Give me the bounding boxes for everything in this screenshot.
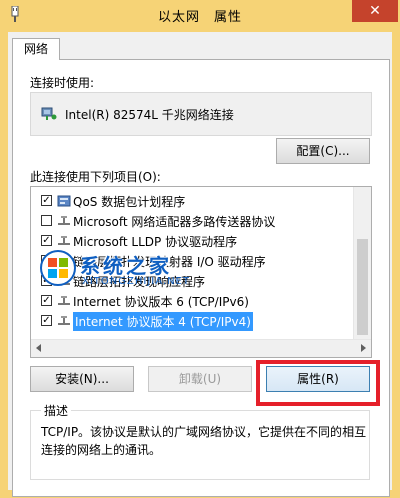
protocol-icon — [58, 316, 70, 325]
item-label: 链路层拓扑发现响应程序 — [73, 275, 206, 289]
protocol-icon — [58, 296, 70, 305]
item-checkbox[interactable]: ✓ — [41, 235, 52, 246]
description-legend: 描述 — [41, 402, 72, 419]
item-label: Internet 协议版本 4 (TCP/IPv4) — [73, 312, 253, 331]
properties-button[interactable]: 属性(R) — [266, 366, 370, 392]
item-label: 链路层拓扑发现映射器 I/O 驱动程序 — [73, 255, 266, 269]
list-vertical-scrollbar[interactable] — [353, 187, 371, 341]
window-title: 以太网 属性 — [157, 10, 242, 25]
list-item-qos[interactable]: ✓ QoS 数据包计划程序 — [31, 191, 355, 211]
item-checkbox[interactable] — [41, 215, 52, 226]
item-label: Internet 协议版本 6 (TCP/IPv6) — [73, 295, 249, 309]
scroll-left-icon[interactable] — [35, 344, 43, 352]
components-list[interactable]: ✓ QoS 数据包计划程序 Microsoft 网络适配器多路传送器协议 ✓ M… — [30, 186, 372, 358]
item-checkbox[interactable]: ✓ — [41, 275, 52, 286]
connect-using-label: 连接时使用: — [30, 76, 95, 90]
close-button[interactable]: ✕ — [352, 0, 398, 22]
item-checkbox[interactable]: ✓ — [41, 295, 52, 306]
scroll-right-icon[interactable] — [359, 344, 367, 352]
install-button[interactable]: 安装(N)... — [30, 366, 134, 392]
vertical-scroll-thumb[interactable] — [357, 239, 368, 335]
item-checkbox[interactable]: ✓ — [41, 315, 52, 326]
item-label: Microsoft LLDP 协议驱动程序 — [73, 235, 238, 249]
description-group: 描述 TCP/IP。该协议是默认的广域网络协议，它提供在不同的相互连接的网络上的… — [30, 402, 370, 480]
protocol-icon — [58, 276, 70, 285]
item-label: QoS 数据包计划程序 — [73, 195, 186, 209]
qos-icon — [57, 195, 71, 207]
list-item-ipv6[interactable]: ✓ Internet 协议版本 6 (TCP/IPv6) — [31, 291, 355, 311]
properties-window: 以太网 属性 ✕ 网络 连接时使用: Intel(R) 82574L 千兆网络连… — [0, 0, 400, 498]
tab-network[interactable]: 网络 — [12, 38, 60, 60]
item-checkbox[interactable]: ✓ — [41, 195, 52, 206]
protocol-icon — [58, 256, 70, 265]
item-checkbox[interactable]: ✓ — [41, 255, 52, 266]
protocol-icon — [58, 216, 70, 225]
description-text: TCP/IP。该协议是默认的广域网络协议，它提供在不同的相互连接的网络上的通讯。 — [41, 425, 367, 457]
items-label: 此连接使用下列项目(O): — [30, 170, 161, 184]
protocol-icon — [58, 236, 70, 245]
list-item-ipv4[interactable]: ✓ Internet 协议版本 4 (TCP/IPv4) — [31, 311, 355, 331]
title-bar[interactable]: 以太网 属性 ✕ — [0, 0, 400, 32]
uninstall-button[interactable]: 卸载(U) — [148, 366, 252, 392]
list-horizontal-scrollbar[interactable] — [31, 339, 371, 357]
adapter-display: Intel(R) 82574L 千兆网络连接 — [30, 92, 372, 136]
configure-button[interactable]: 配置(C)... — [276, 138, 370, 164]
list-item-lltd-mapper[interactable]: ✓ 链路层拓扑发现映射器 I/O 驱动程序 — [31, 251, 355, 271]
close-icon: ✕ — [369, 3, 381, 19]
list-item-lldp[interactable]: ✓ Microsoft LLDP 协议驱动程序 — [31, 231, 355, 251]
list-item-lltd-responder[interactable]: ✓ 链路层拓扑发现响应程序 — [31, 271, 355, 291]
item-label: Microsoft 网络适配器多路传送器协议 — [73, 215, 276, 229]
network-card-icon — [41, 107, 57, 120]
list-item-multiplexor[interactable]: Microsoft 网络适配器多路传送器协议 — [31, 211, 355, 231]
adapter-name: Intel(R) 82574L 千兆网络连接 — [65, 108, 234, 122]
